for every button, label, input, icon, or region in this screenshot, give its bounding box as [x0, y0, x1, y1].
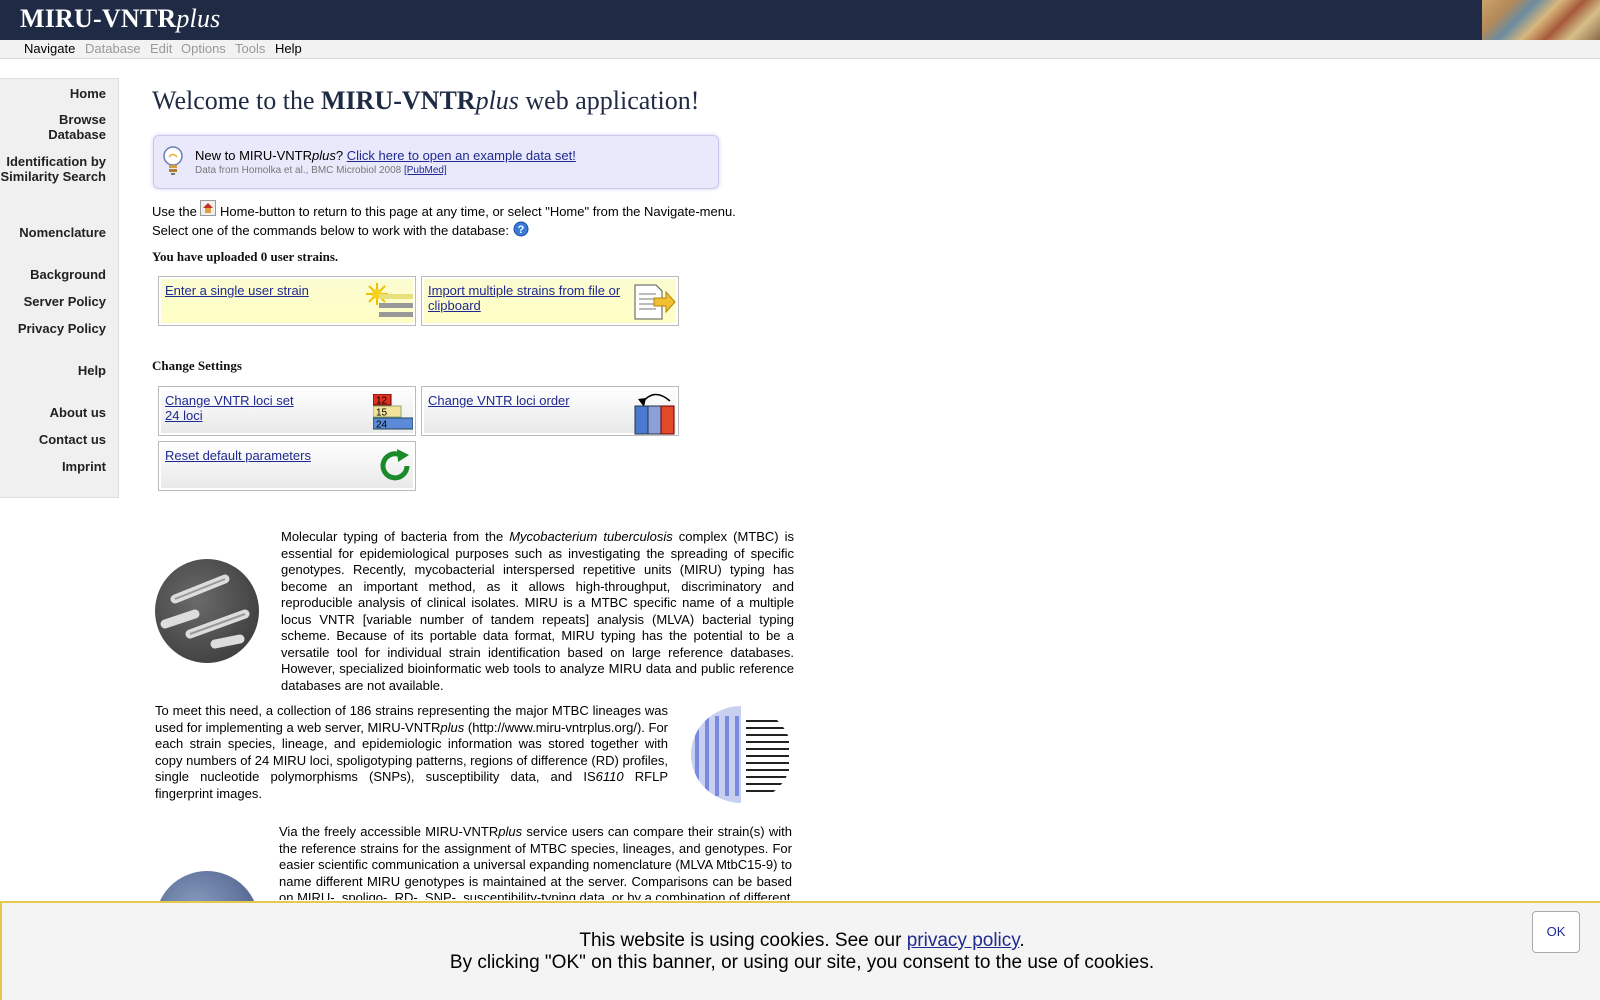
example-dataset-link[interactable]: Click here to open an example data set!: [347, 148, 576, 163]
change-loci-order-box[interactable]: Change VNTR loci order: [421, 386, 679, 436]
sidebar-item-nomenclature[interactable]: Nomenclature: [19, 225, 106, 240]
uploaded-count: You have uploaded 0 user strains.: [152, 249, 339, 264]
sidebar-item-home[interactable]: Home: [70, 86, 106, 101]
reset-defaults-box[interactable]: Reset default parameters: [158, 441, 416, 491]
svg-text:?: ?: [517, 224, 524, 236]
menu-options[interactable]: Options: [181, 41, 226, 56]
home-icon[interactable]: [200, 200, 217, 216]
intro-paragraph-2: To meet this need, a collection of 186 s…: [155, 703, 669, 801]
sidebar-item-server-policy[interactable]: Server Policy: [24, 294, 106, 309]
reset-defaults-link[interactable]: Reset default parameters: [165, 448, 365, 463]
header-banner-image: [1482, 0, 1600, 40]
enter-single-strain-link[interactable]: Enter a single user strain: [165, 283, 365, 298]
menu-bar: Navigate Database Edit Options Tools Hel…: [0, 40, 1600, 59]
bacteria-micrograph-image: [155, 559, 259, 663]
cookie-banner: This website is using cookies. See our p…: [0, 901, 1600, 1000]
menu-database[interactable]: Database: [85, 41, 141, 56]
svg-text:24: 24: [376, 420, 388, 431]
menu-navigate[interactable]: Navigate: [24, 41, 75, 56]
change-loci-set-link[interactable]: Change VNTR loci set 24 loci: [165, 393, 365, 423]
change-loci-order-link[interactable]: Change VNTR loci order: [428, 393, 628, 408]
enter-single-strain-box[interactable]: Enter a single user strain: [158, 276, 416, 326]
pubmed-link[interactable]: [PubMed]: [404, 165, 447, 176]
intro-paragraph-3: Via the freely accessible MIRU-VNTRplus …: [279, 824, 792, 900]
sidebar-item-privacy-policy[interactable]: Privacy Policy: [18, 321, 106, 336]
cookie-notice-line2: By clicking "OK" on this banner, or usin…: [449, 952, 1155, 973]
loci-order-icon: [634, 393, 675, 435]
change-settings-heading: Change Settings: [152, 358, 242, 373]
sidebar-nav: Home Browse Database Identification by S…: [0, 78, 119, 498]
sidebar-item-help[interactable]: Help: [78, 363, 106, 378]
home-instruction: Use the Home-button to return to this pa…: [152, 200, 736, 219]
select-instruction: Select one of the commands below to work…: [152, 221, 529, 238]
page-title: Welcome to the MIRU-VNTRplus web applica…: [152, 86, 700, 115]
data-source-line: Data from Homolka et al., BMC Microbiol …: [195, 165, 447, 176]
sidebar-item-browse-database[interactable]: Browse Database: [26, 112, 106, 142]
menu-help[interactable]: Help: [275, 41, 302, 56]
privacy-policy-link[interactable]: privacy policy: [907, 930, 1020, 951]
sidebar-item-identification[interactable]: Identification by Similarity Search: [0, 154, 107, 184]
lightbulb-icon: [163, 146, 183, 175]
import-file-icon: [634, 284, 676, 320]
app-logo[interactable]: MIRU-VNTRplus: [20, 4, 221, 34]
example-tip-box: New to MIRU-VNTRplus? Click here to open…: [153, 135, 719, 189]
svg-text:12: 12: [376, 396, 388, 407]
loci-set-icon: 12 15 24: [373, 394, 413, 430]
intro-paragraph-1: Molecular typing of bacteria from the My…: [281, 529, 794, 693]
sidebar-item-contact-us[interactable]: Contact us: [39, 432, 106, 447]
import-multiple-box[interactable]: Import multiple strains from file or cli…: [421, 276, 679, 326]
help-icon[interactable]: ?: [513, 221, 529, 237]
single-strain-icon: [366, 283, 413, 317]
menu-edit[interactable]: Edit: [150, 41, 172, 56]
sidebar-item-background[interactable]: Background: [30, 267, 106, 282]
cookie-ok-button[interactable]: OK: [1532, 911, 1580, 953]
app-header: MIRU-VNTRplus: [0, 0, 1600, 40]
miru-table-image: [691, 706, 792, 803]
new-user-line: New to MIRU-VNTRplus? Click here to open…: [195, 148, 576, 163]
change-loci-set-box[interactable]: Change VNTR loci set 24 loci 12 15 24: [158, 386, 416, 436]
sidebar-item-imprint[interactable]: Imprint: [62, 459, 106, 474]
sidebar-item-about-us[interactable]: About us: [50, 405, 106, 420]
refresh-icon: [380, 449, 410, 481]
import-multiple-link[interactable]: Import multiple strains from file or cli…: [428, 283, 628, 313]
cookie-notice-line1: This website is using cookies. See our p…: [579, 930, 1025, 951]
svg-text:15: 15: [376, 408, 388, 419]
menu-tools[interactable]: Tools: [235, 41, 265, 56]
